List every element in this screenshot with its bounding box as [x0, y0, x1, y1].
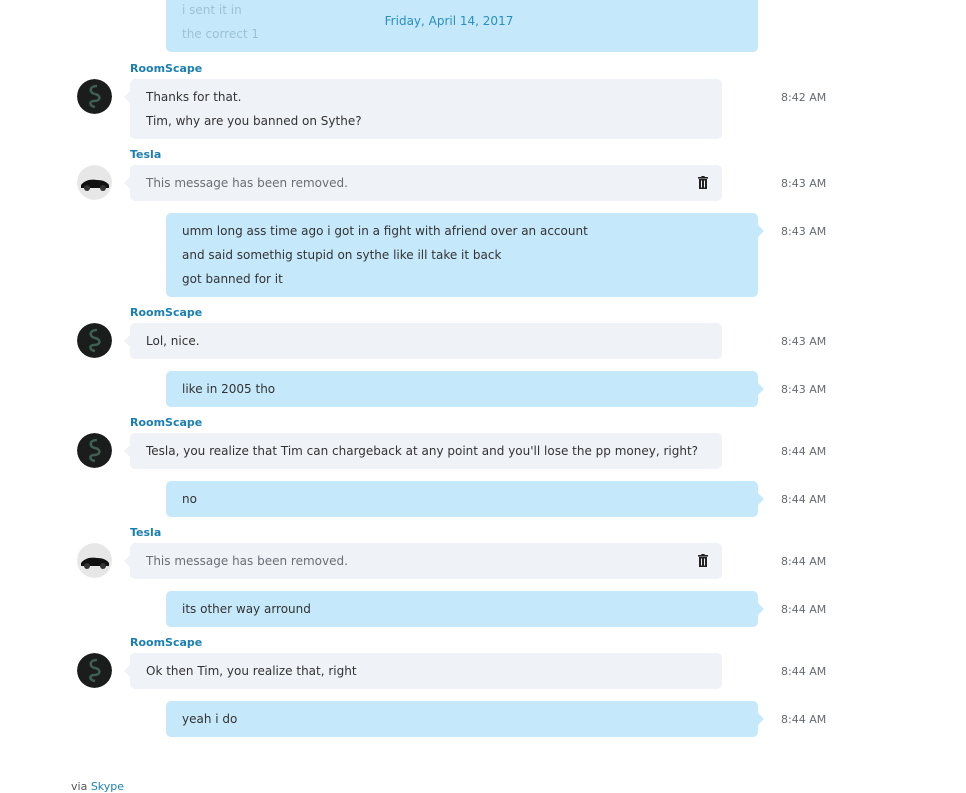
message-line: its other way arround: [182, 602, 311, 616]
avatar-roomscape[interactable]: [77, 79, 112, 114]
message-bubble-outgoing[interactable]: yeah i do: [166, 701, 764, 737]
message-line: Ok then Tim, you realize that, right: [146, 664, 357, 678]
trash-icon[interactable]: [698, 176, 708, 189]
message-timestamp: 8:44 AM: [781, 603, 827, 616]
message-timestamp: 8:43 AM: [781, 383, 827, 396]
message-timestamp: 8:44 AM: [781, 493, 827, 506]
message-bubble-incoming[interactable]: Thanks for that. Tim, why are you banned…: [124, 79, 722, 139]
avatar-roomscape[interactable]: [77, 433, 112, 468]
footer-prefix: via: [71, 780, 88, 793]
date-divider: Friday, April 14, 2017: [384, 14, 514, 28]
message-line: yeah i do: [182, 712, 238, 726]
removed-message-bubble[interactable]: This message has been removed.: [124, 165, 722, 201]
message-timestamp: 8:43 AM: [781, 225, 827, 238]
footer-attribution: via Skype: [71, 780, 124, 793]
message-line: Thanks for that.: [146, 90, 242, 104]
message-line: Tim, why are you banned on Sythe?: [146, 114, 362, 128]
message-line: Lol, nice.: [146, 334, 200, 348]
sender-name[interactable]: RoomScape: [130, 306, 202, 319]
message-bubble-incoming[interactable]: Lol, nice.: [124, 323, 722, 359]
message-line: Tesla, you realize that Tim can chargeba…: [146, 444, 699, 458]
message-timestamp: 8:44 AM: [781, 665, 827, 678]
message-bubble-outgoing[interactable]: its other way arround: [166, 591, 764, 627]
avatar-tesla[interactable]: [77, 543, 112, 578]
sender-name[interactable]: RoomScape: [130, 416, 202, 429]
message-bubble-outgoing[interactable]: like in 2005 tho: [166, 371, 764, 407]
sender-name[interactable]: Tesla: [130, 148, 161, 161]
message-bubble-outgoing[interactable]: no: [166, 481, 764, 517]
message-timestamp: 8:42 AM: [781, 91, 827, 104]
sender-name[interactable]: RoomScape: [130, 62, 202, 75]
message-line: umm long ass time ago i got in a fight w…: [182, 224, 588, 238]
message-timestamp: 8:44 AM: [781, 445, 827, 458]
trash-icon[interactable]: [698, 554, 708, 567]
avatar-tesla[interactable]: [77, 165, 112, 200]
message-timestamp: 8:44 AM: [781, 555, 827, 568]
message-line: no: [182, 492, 197, 506]
message-line: This message has been removed.: [146, 554, 348, 568]
message-timestamp: 8:44 AM: [781, 713, 827, 726]
message-line: the correct 1: [182, 27, 259, 41]
message-timestamp: 8:43 AM: [781, 177, 827, 190]
removed-message-bubble[interactable]: This message has been removed.: [124, 543, 722, 579]
message-timestamp: 8:43 AM: [781, 335, 827, 348]
avatar-roomscape[interactable]: [77, 323, 112, 358]
message-bubble-incoming[interactable]: Tesla, you realize that Tim can chargeba…: [124, 433, 722, 469]
message-line: This message has been removed.: [146, 176, 348, 190]
message-bubble-incoming[interactable]: Ok then Tim, you realize that, right: [124, 653, 722, 689]
message-line: like in 2005 tho: [182, 382, 276, 396]
sender-name[interactable]: Tesla: [130, 526, 161, 539]
message-line: got banned for it: [182, 272, 283, 286]
avatar-roomscape[interactable]: [77, 653, 112, 688]
message-line: and said somethig stupid on sythe like i…: [182, 248, 502, 262]
skype-link[interactable]: Skype: [91, 780, 124, 793]
sender-name[interactable]: RoomScape: [130, 636, 202, 649]
message-bubble-outgoing[interactable]: umm long ass time ago i got in a fight w…: [166, 213, 764, 297]
